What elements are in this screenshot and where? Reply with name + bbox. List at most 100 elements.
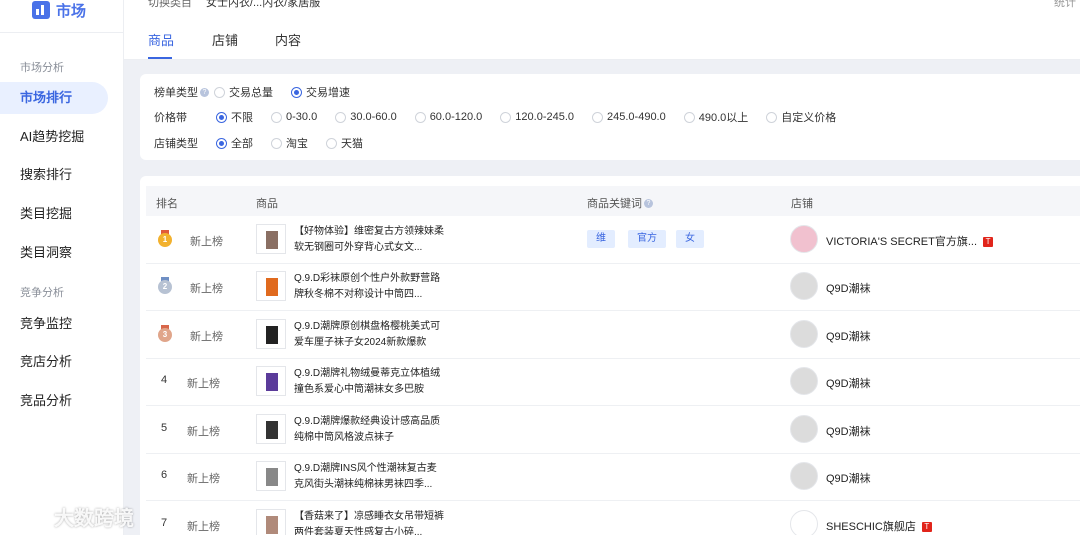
rank-number: 7 — [161, 517, 168, 529]
table-row[interactable]: 5 新上榜 Q.9.D潮牌爆款经典设计感高品质纯棉中筒风格波点袜子 Q9D潮袜 — [146, 406, 1080, 454]
radio-selected-icon[interactable] — [216, 111, 227, 123]
radio-icon[interactable] — [326, 137, 337, 149]
list-type-options: 交易总量 交易增速 — [214, 84, 368, 100]
sidebar-item-ai-trend[interactable]: AI趋势挖掘 — [0, 121, 108, 153]
product-thumbnail[interactable] — [256, 224, 286, 254]
filter-option[interactable]: 60.0-120.0 — [414, 109, 482, 125]
filter-option[interactable]: 全部 — [216, 135, 253, 151]
radio-icon[interactable] — [414, 111, 426, 123]
ranking-table: 排名 商品 商品关键词? 店铺 1 新上榜 【好物体验】维密复古方领辣妹柔软无钢圈可… — [140, 176, 1080, 535]
rank-number: 6 — [161, 469, 168, 481]
tab-content[interactable]: 内容 — [275, 30, 301, 49]
product-title[interactable]: Q.9.D潮牌INS风个性潮袜复古麦克风街头潮袜纯棉袜男袜四季... — [294, 461, 444, 493]
new-entry-tag: 新上榜 — [187, 473, 220, 485]
filter-option[interactable]: 245.0-490.0 — [592, 109, 666, 125]
product-title[interactable]: Q.9.D潮牌爆款经典设计感高品质纯棉中筒风格波点袜子 — [294, 414, 444, 446]
sidebar-item-competitor-monitor[interactable]: 竞争监控 — [0, 308, 108, 340]
table-row[interactable]: 1 新上榜 【好物体验】维密复古方领辣妹柔软无钢圈可外穿背心式女文... 维官方女 VI… — [146, 216, 1080, 264]
radio-icon[interactable] — [766, 111, 778, 123]
filter-option[interactable]: 交易总量 — [214, 84, 273, 100]
new-entry-tag: 新上榜 — [187, 426, 220, 438]
rank-number: 4 — [161, 374, 168, 386]
radio-icon[interactable] — [271, 137, 282, 149]
filter-option[interactable]: 120.0-245.0 — [500, 109, 574, 125]
radio-icon[interactable] — [592, 111, 604, 123]
filter-option[interactable]: 交易增速 — [291, 84, 350, 100]
radio-icon[interactable] — [683, 111, 695, 123]
help-icon[interactable]: ? — [200, 87, 209, 97]
shop-avatar[interactable] — [790, 462, 818, 490]
filter-option[interactable]: 不限 — [216, 109, 253, 125]
filter-option[interactable]: 490.0以上 — [683, 109, 749, 125]
filter-option[interactable]: 天猫 — [326, 135, 363, 151]
shop-name[interactable]: SHESCHIC旗舰店 T — [826, 518, 932, 534]
product-thumbnail[interactable] — [256, 461, 286, 491]
sidebar-item-competitor-shop[interactable]: 竞店分析 — [0, 346, 108, 378]
header-keywords: 商品关键词? — [587, 195, 653, 211]
table-row[interactable]: 2 新上榜 Q.9.D彩袜原创个性户外款野营路牌秋冬棉不对称设计中筒四... Q9D潮… — [146, 263, 1080, 311]
shop-avatar[interactable] — [790, 272, 818, 300]
filter-option-label: 0-30.0 — [286, 111, 318, 123]
watermark-logo-icon — [8, 503, 48, 530]
product-thumbnail[interactable] — [256, 319, 286, 349]
filter-option-label: 245.0-490.0 — [607, 111, 666, 123]
filter-option[interactable]: 0-30.0 — [271, 109, 317, 125]
sidebar-item-competitor-product[interactable]: 竞品分析 — [0, 385, 108, 417]
shop-avatar[interactable] — [790, 367, 818, 395]
shop-avatar[interactable] — [790, 510, 818, 535]
filter-option-label: 交易总量 — [229, 87, 273, 99]
radio-icon[interactable] — [500, 111, 512, 123]
sidebar-item-market-ranking[interactable]: 市场排行 — [0, 82, 108, 114]
top-bar: 切换类目 女士内衣/...内衣/家居服 统计 — [124, 0, 1080, 12]
sidebar-section-market: 市场分析 — [20, 62, 64, 74]
shop-name[interactable]: VICTORIA'S SECRET官方旗... T — [826, 233, 994, 249]
help-icon[interactable]: ? — [644, 198, 653, 208]
keyword-tag[interactable]: 女 — [676, 230, 704, 248]
tab-products[interactable]: 商品 — [148, 30, 174, 49]
product-thumbnail[interactable] — [256, 271, 286, 301]
shop-avatar[interactable] — [790, 320, 818, 348]
shop-name[interactable]: Q9D潮袜 — [826, 470, 871, 486]
table-row[interactable]: 6 新上榜 Q.9.D潮牌INS风个性潮袜复古麦克风街头潮袜纯棉袜男袜四季... Q9… — [146, 453, 1080, 501]
radio-selected-icon[interactable] — [291, 86, 302, 98]
product-title[interactable]: 【好物体验】维密复古方领辣妹柔软无钢圈可外穿背心式女文... — [294, 224, 444, 256]
keyword-tag[interactable]: 维 — [587, 230, 615, 248]
shop-avatar[interactable] — [790, 225, 818, 253]
keyword-tag[interactable]: 官方 — [628, 230, 666, 248]
filter-option-label: 全部 — [231, 138, 253, 150]
product-thumbnail[interactable] — [256, 509, 286, 535]
shop-name[interactable]: Q9D潮袜 — [826, 328, 871, 344]
radio-selected-icon[interactable] — [216, 137, 227, 149]
table-row[interactable]: 3 新上榜 Q.9.D潮牌原创棋盘格樱桃美式可爱车厘子袜子女2024新款爆款 Q9D潮… — [146, 311, 1080, 359]
filter-option[interactable]: 淘宝 — [271, 135, 308, 151]
app-logo[interactable]: 市场 — [32, 0, 86, 22]
category-select[interactable]: 女士内衣/...内衣/家居服 — [206, 0, 320, 10]
product-thumbnail[interactable] — [256, 414, 286, 444]
table-row[interactable]: 4 新上榜 Q.9.D潮牌礼物绒曼蒂克立体植绒撞色系爱心中筒潮袜女多巴胺 Q9D潮袜 — [146, 358, 1080, 406]
bronze-medal-icon: 3 — [158, 325, 172, 342]
top-right-link[interactable]: 统计 — [1054, 0, 1076, 10]
shop-name[interactable]: Q9D潮袜 — [826, 280, 871, 296]
product-thumbnail[interactable] — [256, 366, 286, 396]
product-title[interactable]: Q.9.D潮牌原创棋盘格樱桃美式可爱车厘子袜子女2024新款爆款 — [294, 319, 444, 351]
shop-name[interactable]: Q9D潮袜 — [826, 423, 871, 439]
shop-name[interactable]: Q9D潮袜 — [826, 375, 871, 391]
product-title[interactable]: Q.9.D潮牌礼物绒曼蒂克立体植绒撞色系爱心中筒潮袜女多巴胺 — [294, 366, 444, 398]
radio-icon[interactable] — [335, 111, 347, 123]
sidebar-item-category-insight[interactable]: 类目洞察 — [0, 237, 108, 269]
shop-avatar[interactable] — [790, 415, 818, 443]
tab-shops[interactable]: 店铺 — [212, 30, 238, 49]
sidebar-item-category-mining[interactable]: 类目挖掘 — [0, 198, 108, 230]
sidebar-item-search-ranking[interactable]: 搜索排行 — [0, 159, 108, 191]
filter-option-label: 490.0以上 — [698, 112, 749, 124]
category-switch-label[interactable]: 切换类目 — [148, 0, 192, 10]
table-row[interactable]: 7 新上榜 【香菇来了】凉感睡衣女吊带短裤两件套装夏天性感复古小碎... SHESCH… — [146, 501, 1080, 535]
product-title[interactable]: Q.9.D彩袜原创个性户外款野营路牌秋冬棉不对称设计中筒四... — [294, 271, 444, 303]
filter-option-label: 交易增速 — [306, 87, 350, 99]
filter-option[interactable]: 30.0-60.0 — [335, 109, 397, 125]
radio-icon[interactable] — [271, 111, 282, 123]
radio-icon[interactable] — [214, 86, 225, 98]
product-title[interactable]: 【香菇来了】凉感睡衣女吊带短裤两件套装夏天性感复古小碎... — [294, 509, 444, 535]
tmall-badge-icon: T — [921, 522, 932, 533]
filter-option[interactable]: 自定义价格 — [766, 109, 836, 125]
